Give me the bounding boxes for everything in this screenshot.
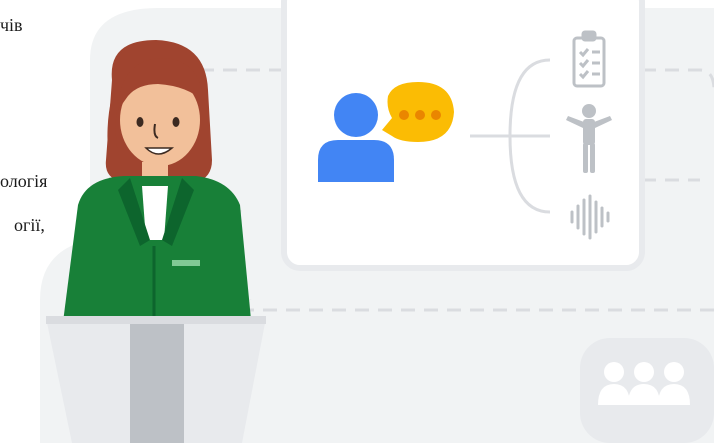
- presentation-illustration: [40, 0, 714, 443]
- audience-icon: [580, 338, 714, 443]
- speech-bubble-icon: [382, 82, 454, 142]
- podium: [46, 316, 266, 443]
